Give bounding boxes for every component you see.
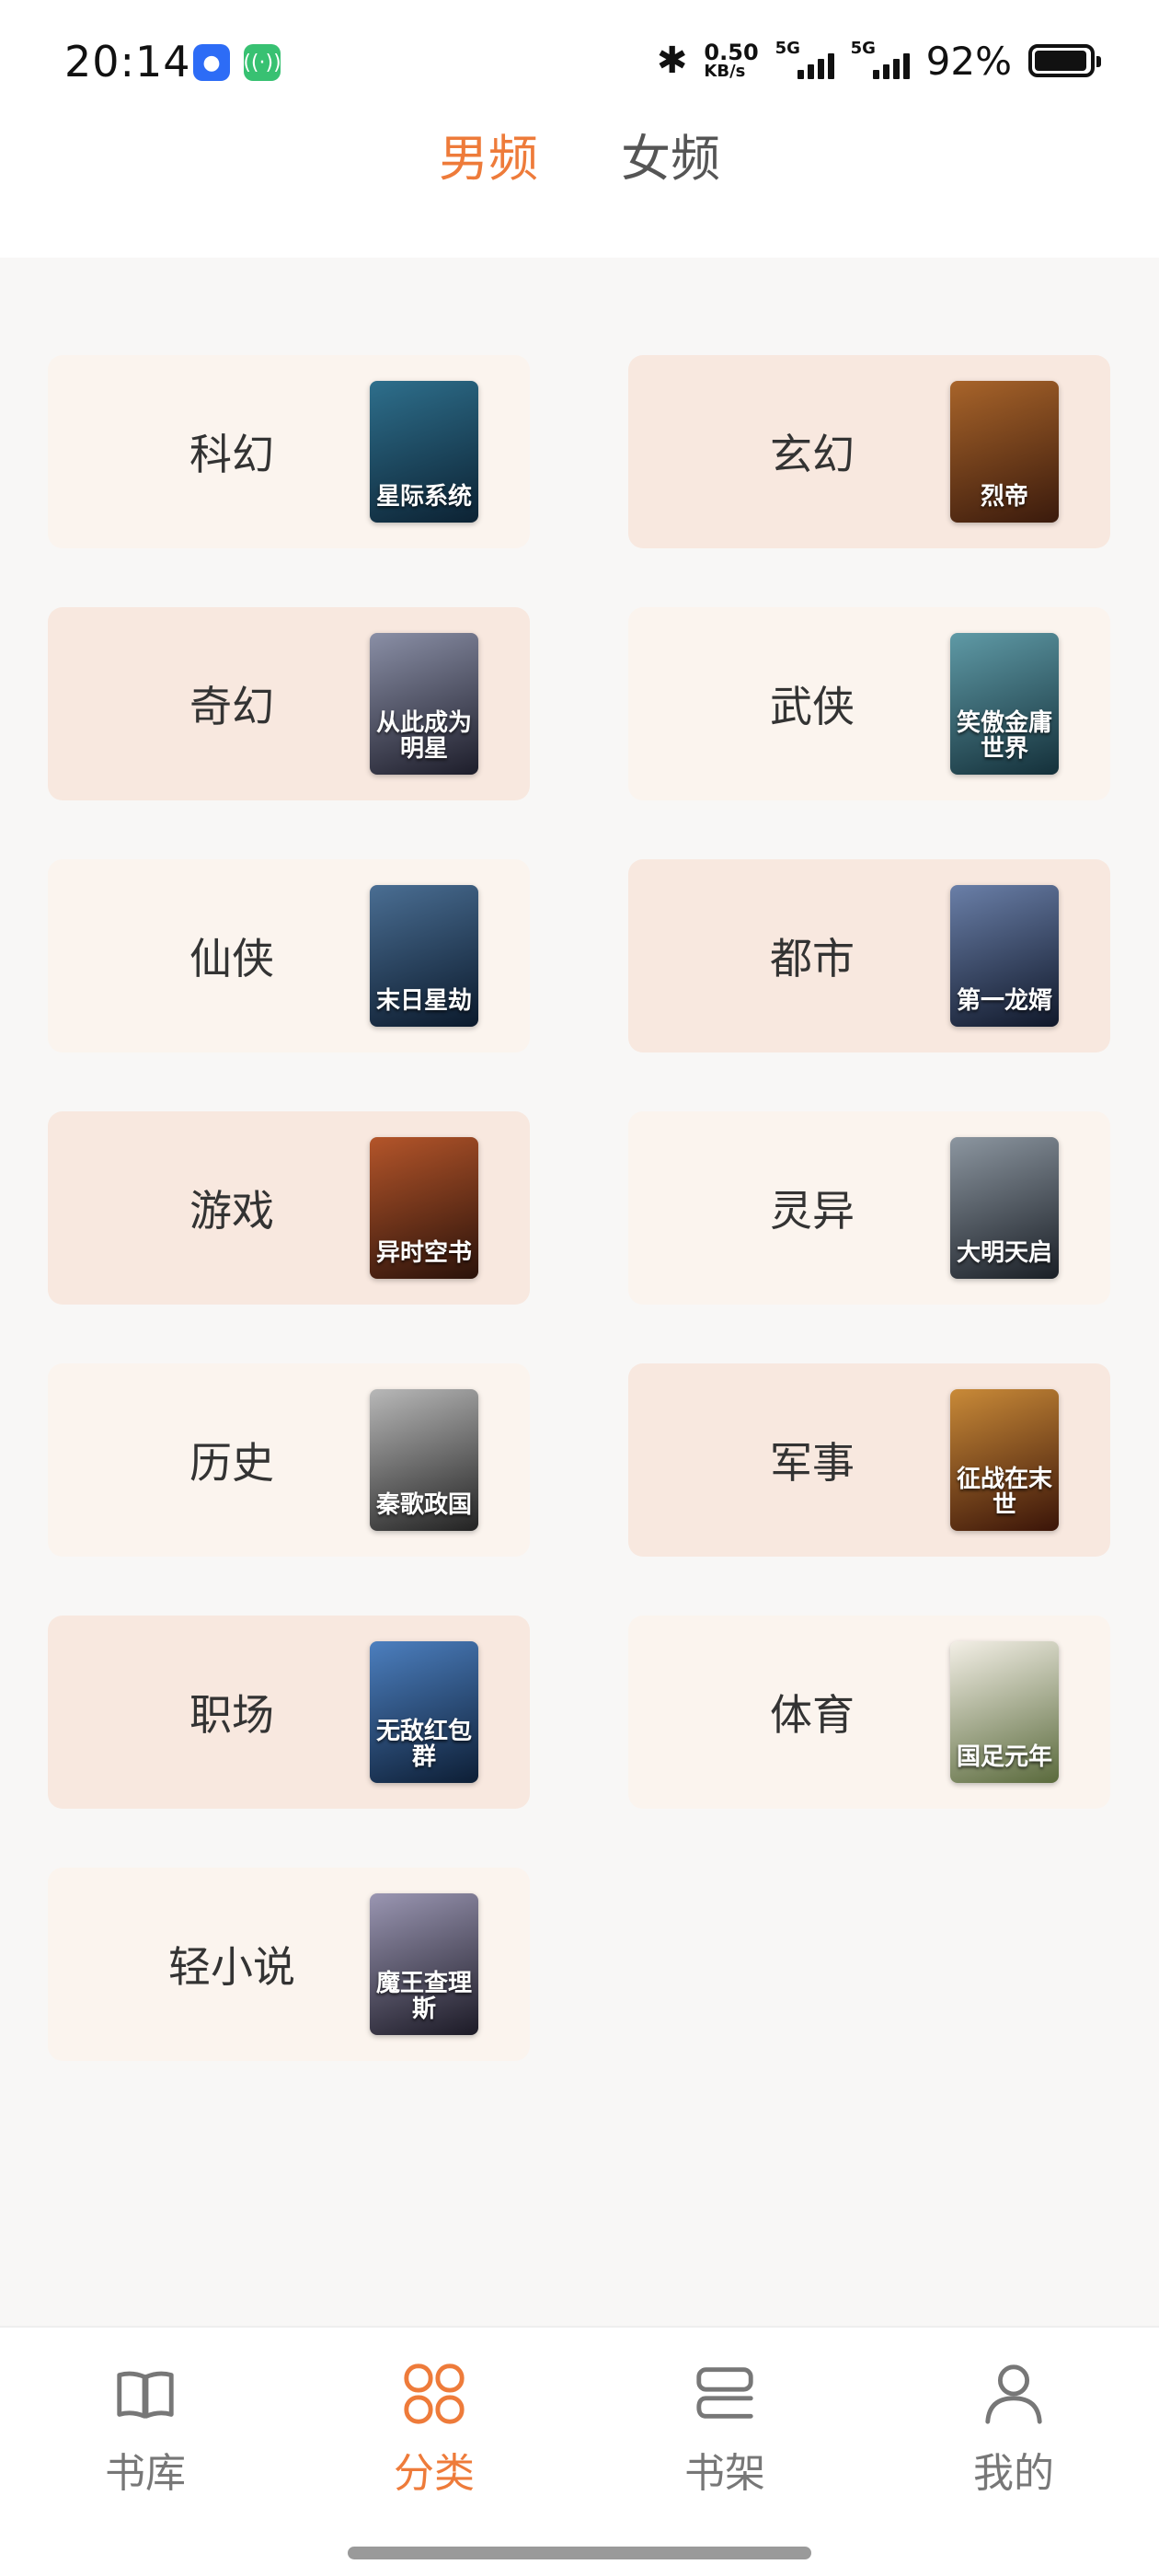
book-cover-title: 第一龙婿 bbox=[956, 986, 1052, 1015]
book-cover-image: 秦歌政国 bbox=[370, 1389, 478, 1531]
battery-percent: 92% bbox=[925, 38, 1012, 84]
book-cover-title: 魔王查理斯 bbox=[375, 1970, 472, 2023]
category-label: 历史 bbox=[189, 1438, 274, 1488]
category-grid-icon bbox=[404, 2363, 465, 2424]
nav-profile-label: 我的 bbox=[973, 2450, 1054, 2497]
book-cover-title: 大明天启 bbox=[956, 1238, 1052, 1267]
user-profile-icon bbox=[985, 2364, 1042, 2424]
book-cover-title: 笑傲金庸世界 bbox=[956, 709, 1052, 763]
book-cover-title: 星际系统 bbox=[375, 482, 472, 511]
category-label: 都市 bbox=[770, 934, 855, 983]
category-card[interactable]: 历史秦歌政国 bbox=[48, 1363, 530, 1557]
category-label: 玄幻 bbox=[770, 430, 855, 479]
category-label: 武侠 bbox=[770, 682, 855, 731]
nav-library[interactable]: 书库 bbox=[53, 2361, 237, 2499]
book-cover-title: 烈帝 bbox=[980, 482, 1028, 511]
book-cover-title: 异时空书 bbox=[375, 1238, 472, 1267]
book-cover-title: 国足元年 bbox=[956, 1742, 1052, 1771]
nav-bookshelf[interactable]: 书架 bbox=[633, 2361, 817, 2499]
category-label: 军事 bbox=[770, 1438, 855, 1488]
book-cover-image: 第一龙婿 bbox=[950, 885, 1059, 1027]
network-speed: 0.50 KB/s bbox=[704, 41, 758, 80]
book-cover-image: 大明天启 bbox=[950, 1137, 1059, 1279]
category-card[interactable]: 玄幻烈帝 bbox=[628, 355, 1110, 548]
book-cover-title: 秦歌政国 bbox=[375, 1490, 472, 1519]
signal-sim2-icon: 5G bbox=[851, 39, 910, 83]
category-card[interactable]: 武侠笑傲金庸世界 bbox=[628, 607, 1110, 800]
category-label: 职场 bbox=[189, 1690, 274, 1740]
category-label: 科幻 bbox=[189, 430, 274, 479]
category-card[interactable]: 游戏异时空书 bbox=[48, 1111, 530, 1305]
book-cover-image: 异时空书 bbox=[370, 1137, 478, 1279]
book-cover-image: 星际系统 bbox=[370, 381, 478, 523]
book-cover-image: 国足元年 bbox=[950, 1641, 1059, 1783]
nav-category-label: 分类 bbox=[394, 2450, 475, 2497]
book-cover-image: 末日星劫 bbox=[370, 885, 478, 1027]
hotspot-notification-icon: ((·)) bbox=[243, 44, 281, 81]
category-label: 奇幻 bbox=[189, 682, 274, 731]
book-cover-title: 末日星劫 bbox=[375, 986, 472, 1015]
category-card[interactable]: 军事征战在末世 bbox=[628, 1363, 1110, 1557]
network-speed-unit: KB/s bbox=[704, 62, 746, 81]
signal-sim1-icon: 5G bbox=[775, 39, 834, 83]
bluetooth-icon: ✱ bbox=[656, 40, 688, 82]
category-card[interactable]: 仙侠末日星劫 bbox=[48, 859, 530, 1052]
category-label: 轻小说 bbox=[168, 1942, 295, 1992]
book-cover-image: 征战在末世 bbox=[950, 1389, 1059, 1531]
status-indicators: ✱ 0.50 KB/s 5G 5G 92% bbox=[656, 35, 1101, 86]
gender-tabs: 男频 女频 bbox=[0, 118, 1159, 191]
status-bar: 20:14 ● ((·)) ✱ 0.50 KB/s 5G 5G 92% bbox=[0, 0, 1159, 129]
category-card[interactable]: 都市第一龙婿 bbox=[628, 859, 1110, 1052]
book-cover-title: 无敌红包群 bbox=[375, 1718, 472, 1771]
nav-library-label: 书库 bbox=[105, 2450, 186, 2497]
category-card[interactable]: 轻小说魔王查理斯 bbox=[48, 1868, 530, 2061]
book-cover-image: 笑傲金庸世界 bbox=[950, 633, 1059, 775]
tab-female[interactable]: 女频 bbox=[621, 118, 720, 191]
book-cover-image: 烈帝 bbox=[950, 381, 1059, 523]
network-speed-value: 0.50 bbox=[704, 40, 759, 65]
bookshelf-icon bbox=[696, 2367, 753, 2419]
nav-bookshelf-label: 书架 bbox=[684, 2450, 765, 2497]
category-label: 体育 bbox=[770, 1690, 855, 1740]
app-notification-icon: ● bbox=[193, 44, 230, 81]
book-cover-image: 无敌红包群 bbox=[370, 1641, 478, 1783]
nav-profile[interactable]: 我的 bbox=[922, 2361, 1106, 2499]
book-cover-image: 魔王查理斯 bbox=[370, 1893, 478, 2035]
open-book-icon bbox=[117, 2371, 174, 2419]
category-card[interactable]: 奇幻从此成为明星 bbox=[48, 607, 530, 800]
category-label: 灵异 bbox=[770, 1186, 855, 1236]
book-cover-title: 从此成为明星 bbox=[375, 709, 472, 763]
status-time: 20:14 bbox=[64, 37, 191, 86]
home-indicator[interactable] bbox=[348, 2547, 811, 2559]
nav-category[interactable]: 分类 bbox=[342, 2361, 526, 2499]
book-cover-title: 征战在末世 bbox=[956, 1466, 1052, 1519]
category-card[interactable]: 职场无敌红包群 bbox=[48, 1616, 530, 1809]
battery-icon bbox=[1028, 44, 1101, 77]
category-card[interactable]: 科幻星际系统 bbox=[48, 355, 530, 548]
bottom-navigation: 书库 分类 书架 我的 bbox=[0, 2326, 1159, 2576]
tab-male[interactable]: 男频 bbox=[439, 118, 538, 191]
book-cover-image: 从此成为明星 bbox=[370, 633, 478, 775]
category-label: 仙侠 bbox=[189, 934, 274, 983]
category-card[interactable]: 灵异大明天启 bbox=[628, 1111, 1110, 1305]
category-card[interactable]: 体育国足元年 bbox=[628, 1616, 1110, 1809]
top-header: 20:14 ● ((·)) ✱ 0.50 KB/s 5G 5G 92% 男频 女… bbox=[0, 0, 1159, 258]
category-label: 游戏 bbox=[189, 1186, 274, 1236]
